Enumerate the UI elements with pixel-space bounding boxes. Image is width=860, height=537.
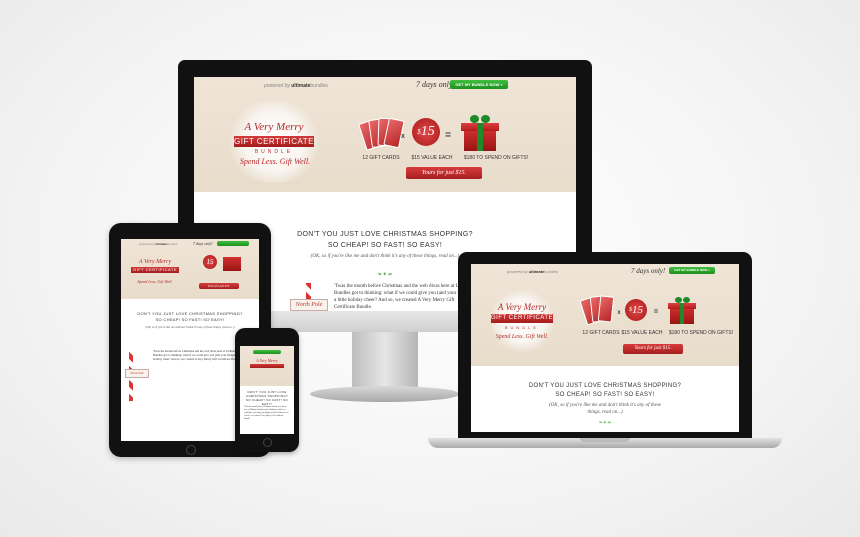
- powered-by-text: powered by: [264, 83, 290, 89]
- laptop-screen: powered by ultimatebundles 7 days only! …: [471, 264, 739, 432]
- flourish-divider: ❧✦☙: [377, 272, 393, 278]
- price-pill: Yours for just $15.: [406, 167, 482, 179]
- phone-cta[interactable]: [253, 350, 281, 354]
- equals-sign: =: [445, 130, 451, 141]
- phone-screen: A Very Merry DON'T YOU JUST LOVE CHRISTM…: [240, 346, 294, 434]
- laptop-device: powered by ultimatebundles 7 days only! …: [428, 252, 782, 452]
- times-sign: x: [401, 133, 405, 140]
- headline: DON'T YOU JUST LOVE CHRISTMAS SHOPPING? …: [297, 231, 473, 249]
- logo-bundle: BUNDLE: [254, 149, 294, 155]
- caption-gift-cards: 12 GIFT CARDS: [362, 155, 400, 161]
- hero-banner: powered by ultimatebundles 7 days only! …: [194, 77, 576, 192]
- tablet-cta[interactable]: [217, 241, 249, 246]
- logo-ribbon: GIFT CERTIFICATE: [234, 136, 315, 147]
- caption-value-each: $15 VALUE EACH: [411, 155, 453, 161]
- logo-script: A Very Merry: [244, 121, 304, 133]
- gift-box-icon: [460, 113, 500, 151]
- brand-logo[interactable]: ultimatebundles: [291, 83, 328, 89]
- tablet-home-button[interactable]: [186, 445, 196, 455]
- phone-headline: DON'T YOU JUST LOVE CHRISTMAS SHOPPING? …: [245, 390, 289, 406]
- laptop-notch: [580, 438, 630, 442]
- logo-tagline: Spend Less. Gift Well.: [239, 157, 311, 166]
- phone-device: A Very Merry DON'T YOU JUST LOVE CHRISTM…: [235, 328, 299, 452]
- laptop-cta[interactable]: GET MY BUNDLE NOW »: [669, 267, 715, 274]
- get-bundle-button[interactable]: GET MY BUNDLE NOW »: [450, 80, 508, 89]
- caption-spend: $180 TO SPEND ON GIFTS!: [463, 155, 529, 161]
- phone-home-button[interactable]: [263, 438, 272, 447]
- north-pole-sign: North Pole: [290, 299, 328, 311]
- price-badge: $15: [412, 118, 440, 146]
- monitor-neck: [352, 332, 418, 390]
